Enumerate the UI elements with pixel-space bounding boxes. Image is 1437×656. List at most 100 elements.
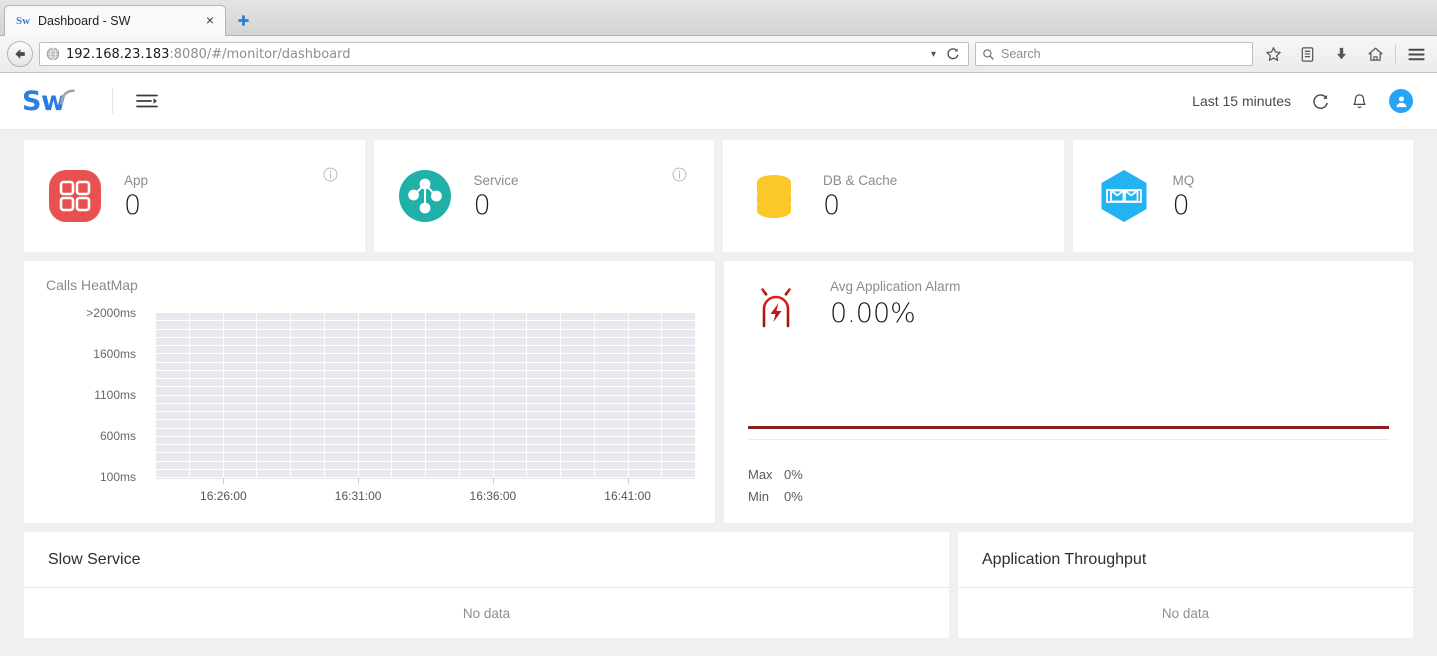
heatmap-cell xyxy=(223,453,257,461)
alarm-sparkline[interactable] xyxy=(748,411,1389,461)
search-icon xyxy=(983,48,994,60)
heatmap-cell xyxy=(662,362,695,370)
heatmap-cell xyxy=(223,412,257,420)
avatar[interactable] xyxy=(1389,89,1413,113)
home-button[interactable] xyxy=(1361,40,1389,68)
heatmap-cell xyxy=(561,445,594,453)
heatmap-cell xyxy=(223,354,257,362)
heatmap-cell xyxy=(459,321,493,329)
heatmap-cell xyxy=(561,346,594,354)
new-tab-button[interactable] xyxy=(228,7,258,36)
heatmap-cell xyxy=(257,313,290,321)
heatmap-cell xyxy=(459,412,493,420)
library-button[interactable] xyxy=(1293,40,1321,68)
heatmap-cell xyxy=(459,337,493,345)
heatmap-cell xyxy=(358,395,392,403)
heatmap-y-label: 600ms xyxy=(99,429,136,443)
heatmap-cell xyxy=(594,346,628,354)
sidebar-toggle-button[interactable] xyxy=(135,91,159,111)
heatmap-cell xyxy=(189,469,223,477)
stat-card-service[interactable]: Service 0 xyxy=(373,140,714,252)
close-icon[interactable]: × xyxy=(201,12,219,30)
heatmap-cell xyxy=(189,428,223,436)
heatmap-x-tick xyxy=(492,478,494,484)
stat-card-db-cache[interactable]: DB & Cache 0 xyxy=(723,140,1064,252)
heatmap-cell xyxy=(358,453,392,461)
heatmap-cell xyxy=(291,453,324,461)
heatmap-cell xyxy=(459,469,493,477)
url-bar[interactable]: 192.168.23.183:8080/#/monitor/dashboard … xyxy=(39,42,969,66)
download-icon xyxy=(1336,47,1346,59)
app-logo[interactable]: Sw xyxy=(22,88,78,115)
info-icon[interactable] xyxy=(672,167,687,187)
info-icon[interactable] xyxy=(323,167,338,187)
heatmap-cell xyxy=(291,461,324,469)
heatmap-cell xyxy=(594,436,628,444)
heatmap-y-label: >2000ms xyxy=(86,306,136,320)
heatmap-cell xyxy=(392,428,425,436)
stat-label: MQ xyxy=(1172,172,1195,188)
heatmap-cell xyxy=(628,412,662,420)
heatmap-cell xyxy=(628,453,662,461)
refresh-button[interactable] xyxy=(1311,92,1330,111)
heatmap-cell xyxy=(426,354,459,362)
heatmap-cell xyxy=(662,370,695,378)
alarm-header: Avg Application Alarm 0.00% xyxy=(748,279,1389,337)
back-button[interactable] xyxy=(7,41,33,67)
heatmap-cell xyxy=(628,321,662,329)
heatmap-cell xyxy=(358,321,392,329)
heatmap-cell xyxy=(594,321,628,329)
browser-tab[interactable]: Sw Dashboard - SW × xyxy=(4,5,226,36)
notifications-button[interactable] xyxy=(1350,92,1369,111)
search-input[interactable]: Search xyxy=(1001,47,1041,61)
heatmap-cell xyxy=(628,329,662,337)
heatmap-chart[interactable]: >2000ms 1600ms 1100ms 600ms 100ms 16:26:00 16… xyxy=(46,306,705,517)
time-range-selector[interactable]: Last 15 minutes xyxy=(1192,93,1291,109)
menu-button[interactable] xyxy=(1402,40,1430,68)
stat-card-mq[interactable]: MQ 0 xyxy=(1072,140,1413,252)
heatmap-cell xyxy=(358,403,392,411)
heatmap-cell xyxy=(223,469,257,477)
reload-icon[interactable] xyxy=(942,47,964,61)
stat-value: 0 xyxy=(124,189,142,221)
bookmark-button[interactable] xyxy=(1259,40,1287,68)
heatmap-cell xyxy=(628,469,662,477)
heatmap-cell xyxy=(527,395,560,403)
heatmap-cell xyxy=(156,469,189,477)
heatmap-cell xyxy=(493,321,527,329)
chevron-down-icon[interactable]: ▾ xyxy=(925,49,942,60)
heatmap-cell xyxy=(324,461,358,469)
heatmap-cell xyxy=(392,313,425,321)
heatmap-cell xyxy=(493,469,527,477)
heatmap-cell xyxy=(493,428,527,436)
heatmap-cell xyxy=(358,445,392,453)
heatmap-cell xyxy=(594,387,628,395)
heatmap-cell xyxy=(189,321,223,329)
heatmap-cell xyxy=(662,436,695,444)
heatmap-cell xyxy=(662,379,695,387)
heatmap-cell xyxy=(628,428,662,436)
heatmap-cell xyxy=(291,412,324,420)
heatmap-cell xyxy=(561,379,594,387)
alarm-max-row: Max 0% xyxy=(748,464,803,486)
heatmap-cell xyxy=(493,453,527,461)
heatmap-cell xyxy=(493,354,527,362)
stat-label: DB & Cache xyxy=(823,172,898,188)
heatmap-cell xyxy=(459,453,493,461)
heatmap-cell xyxy=(392,329,425,337)
heatmap-cell xyxy=(189,362,223,370)
heatmap-cell xyxy=(223,346,257,354)
heatmap-cell xyxy=(493,403,527,411)
heatmap-cell xyxy=(291,436,324,444)
browser-search-bar[interactable]: Search xyxy=(975,42,1253,66)
heatmap-cell xyxy=(358,469,392,477)
heatmap-cell xyxy=(527,362,560,370)
downloads-button[interactable] xyxy=(1327,40,1355,68)
heatmap-cell xyxy=(257,379,290,387)
alarm-body: Avg Application Alarm 0.00% xyxy=(830,279,960,329)
stat-card-app[interactable]: App 0 xyxy=(24,140,365,252)
heatmap-cell xyxy=(358,346,392,354)
heatmap-cell xyxy=(257,346,290,354)
heatmap-cell xyxy=(392,461,425,469)
browser-tabstrip: Sw Dashboard - SW × xyxy=(0,0,1437,36)
